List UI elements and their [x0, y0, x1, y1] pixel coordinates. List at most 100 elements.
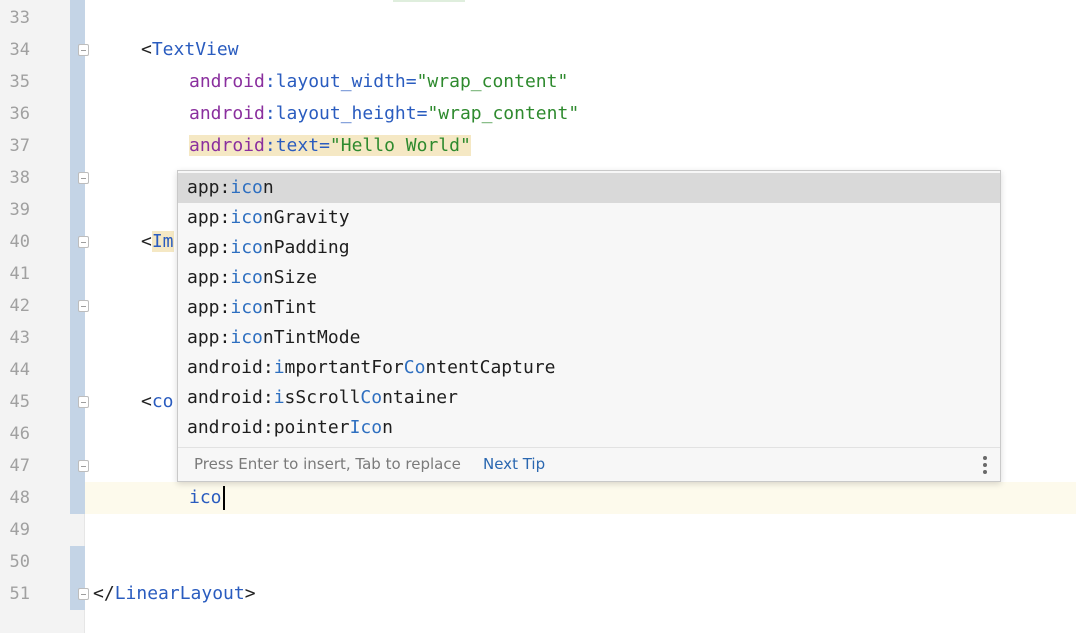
item-prefix: app: [187, 327, 231, 348]
completion-item[interactable]: android:importantForContentCapture [178, 353, 1000, 383]
completion-item[interactable]: app:icon [178, 173, 1000, 203]
line-number: 42 [9, 296, 30, 316]
line-number: 50 [9, 552, 30, 572]
attr-value: "wrap_content" [427, 103, 580, 124]
item-prefix: app: [187, 297, 231, 318]
item-rest: mportantFor [284, 357, 404, 378]
attr-value: "wrap_content" [416, 71, 569, 92]
completion-footer: Press Enter to insert, Tab to replace Ne… [178, 447, 1000, 481]
line-number: 49 [9, 520, 30, 540]
item-rest: nTintMode [262, 327, 361, 348]
item-prefix: android: [187, 357, 274, 378]
tag-bracket: </ [93, 583, 115, 604]
code-line-36[interactable]: android:layout_height="wrap_content" [189, 98, 579, 130]
attr-equals: = [319, 135, 330, 156]
item-match: Co [360, 387, 383, 408]
line-number: 36 [9, 104, 30, 124]
item-rest: nGravity [262, 207, 350, 228]
line-number: 35 [9, 72, 30, 92]
vcs-change-marker[interactable] [70, 0, 85, 514]
code-line-34[interactable]: <TextView [141, 34, 239, 66]
fold-toggle-icon[interactable] [78, 588, 89, 600]
item-match: ico [230, 267, 263, 288]
item-rest: ntainer [382, 387, 458, 408]
attr-namespace: android [189, 71, 265, 92]
typed-text: ico [189, 487, 222, 508]
fold-toggle-icon[interactable] [78, 460, 89, 472]
item-rest: n [382, 417, 393, 438]
code-completion-popup[interactable]: app:icon app:iconGravity app:iconPadding… [177, 170, 1001, 482]
fold-toggle-icon[interactable] [78, 44, 89, 56]
tag-bracket-close: > [244, 583, 256, 604]
completion-item[interactable]: app:iconPadding [178, 233, 1000, 263]
attr-equals: = [416, 103, 428, 124]
line-number: 34 [9, 40, 30, 60]
item-match: ico [230, 207, 263, 228]
item-prefix: app: [187, 177, 231, 198]
completion-item[interactable]: android:pointerIcon [178, 413, 1000, 443]
line-number: 45 [9, 392, 30, 412]
item-match: ico [230, 297, 263, 318]
tag-bracket: < [141, 39, 152, 60]
line-number: 44 [9, 360, 30, 380]
item-prefix: android: [187, 387, 274, 408]
attr-namespace: android [189, 135, 265, 156]
code-line-48[interactable]: ico [189, 482, 225, 514]
attr-equals: = [405, 71, 417, 92]
text-caret [222, 486, 225, 510]
line-number: 33 [9, 8, 30, 28]
fold-toggle-icon[interactable] [78, 300, 89, 312]
next-tip-link[interactable]: Next Tip [483, 448, 545, 480]
attr-colon: : [264, 71, 276, 92]
line-number: 46 [9, 424, 30, 444]
item-rest: n [262, 177, 274, 198]
item-match: ico [230, 327, 263, 348]
line-number: 40 [9, 232, 30, 252]
line-number: 43 [9, 328, 30, 348]
completion-item[interactable]: app:iconGravity [178, 203, 1000, 233]
attr-name: layout_width [275, 71, 406, 92]
tag-name: LinearLayout [114, 583, 245, 604]
item-rest: nPadding [262, 237, 350, 258]
attr-namespace: android [189, 103, 265, 124]
code-line-51[interactable]: </LinearLayout> [93, 578, 256, 610]
completion-item[interactable]: app:iconTint [178, 293, 1000, 323]
vcs-change-marker-2[interactable] [70, 546, 85, 610]
completion-item[interactable]: app:iconSize [178, 263, 1000, 293]
item-match: Ico [349, 417, 383, 438]
attr-value: "Hello World" [329, 135, 471, 156]
tag-bracket: < [141, 231, 152, 252]
line-number: 47 [9, 456, 30, 476]
code-line-35[interactable]: android:layout_width="wrap_content" [189, 66, 568, 98]
attr-name: layout_height [275, 103, 417, 124]
item-match: i [273, 357, 285, 378]
footer-hint: Press Enter to insert, Tab to replace [194, 455, 461, 473]
line-number: 48 [9, 488, 30, 508]
code-line-37[interactable]: android:text="Hello World" [189, 130, 471, 162]
line-number: 51 [9, 584, 30, 604]
item-rest: sScroll [284, 387, 361, 408]
fold-toggle-icon[interactable] [78, 172, 89, 184]
completion-item[interactable]: android:isScrollContainer [178, 383, 1000, 413]
item-match: i [273, 387, 285, 408]
item-prefix: app: [187, 267, 231, 288]
completion-item[interactable]: app:iconTintMode [178, 323, 1000, 353]
more-vertical-icon[interactable] [980, 454, 990, 476]
tag-name: co [151, 391, 174, 412]
line-number: 41 [9, 264, 30, 284]
item-prefix: app: [187, 237, 231, 258]
fold-toggle-icon[interactable] [78, 236, 89, 248]
attr-colon: : [264, 103, 276, 124]
partial-highlight [393, 0, 465, 2]
tag-bracket: < [141, 391, 152, 412]
code-line-40[interactable]: <Im [141, 226, 174, 258]
fold-toggle-icon[interactable] [78, 396, 89, 408]
tag-name: TextView [151, 39, 239, 60]
line-number: 39 [9, 200, 30, 220]
line-number: 38 [9, 168, 30, 188]
line-number: 37 [9, 136, 30, 156]
code-line-45[interactable]: <co [141, 386, 174, 418]
item-rest: nTint [262, 297, 318, 318]
attr-name: text [275, 135, 320, 156]
item-prefix: app: [187, 207, 231, 228]
